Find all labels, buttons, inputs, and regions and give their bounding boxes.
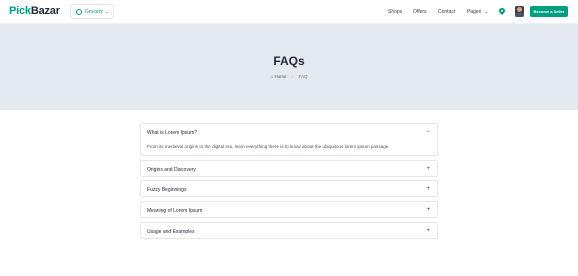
expand-icon[interactable]: +	[426, 207, 430, 213]
faq-item[interactable]: Fuzzy Beginnings +	[140, 180, 438, 197]
faq-item[interactable]: What is Lorem Ipsum? − From its medieval…	[140, 123, 438, 156]
nav-pages-label: Pages	[467, 9, 482, 15]
page-title: FAQs	[273, 54, 305, 68]
breadcrumb-home[interactable]: Home	[274, 74, 286, 79]
faq-answer: From its medieval origins to the digital…	[147, 144, 390, 149]
site-header: PickBazar Grocery ⌄ Shops Offers Contact…	[0, 0, 578, 24]
shop-type-selector[interactable]: Grocery ⌄	[70, 4, 114, 19]
expand-icon[interactable]: +	[426, 186, 430, 192]
avatar-face	[517, 7, 522, 12]
faq-item[interactable]: Meaning of Lorem Ipsum +	[140, 201, 438, 218]
faq-question: Usage and Examples	[147, 228, 195, 235]
page-hero: FAQs ⌂ Home › FAQ	[0, 24, 578, 110]
logo-part-pick: Pick	[9, 5, 31, 17]
chevron-down-icon: ⌄	[484, 9, 489, 15]
nav-contact[interactable]: Contact	[438, 0, 455, 24]
logo[interactable]: PickBazar	[9, 5, 60, 17]
logo-part-bazar: Bazar	[30, 5, 60, 17]
location-pin-icon[interactable]	[499, 8, 505, 15]
faq-item[interactable]: Usage and Examples +	[140, 222, 438, 239]
faq-question: Fuzzy Beginnings	[147, 186, 187, 193]
faq-item[interactable]: Origins and Discovery +	[140, 160, 438, 177]
collapse-icon[interactable]: −	[426, 129, 430, 135]
breadcrumb-current: FAQ	[298, 74, 308, 79]
expand-icon[interactable]: +	[426, 228, 430, 234]
become-seller-button[interactable]: Become a Seller	[530, 6, 568, 17]
nav-offers-label: Offers	[413, 9, 427, 15]
faq-question: What is Lorem Ipsum?	[147, 129, 198, 136]
chevron-down-icon: ⌄	[104, 9, 109, 15]
nav-shops-label: Shops	[388, 9, 403, 15]
avatar[interactable]	[515, 6, 524, 17]
breadcrumb-separator: ›	[291, 74, 294, 79]
shop-type-label: Grocery	[85, 8, 103, 15]
expand-icon[interactable]: +	[426, 166, 430, 172]
nav-offers[interactable]: Offers	[413, 0, 427, 24]
nav-contact-label: Contact	[438, 9, 456, 15]
breadcrumb: ⌂ Home › FAQ	[0, 74, 578, 79]
faq-question: Meaning of Lorem Ipsum	[147, 207, 203, 214]
faq-question: Origins and Discovery	[147, 166, 196, 173]
home-icon: ⌂	[270, 74, 274, 79]
nav-shops[interactable]: Shops	[388, 0, 402, 24]
avatar-shirt	[515, 13, 524, 17]
grocery-icon	[76, 8, 82, 15]
nav-pages[interactable]: Pages ⌄	[467, 0, 488, 24]
